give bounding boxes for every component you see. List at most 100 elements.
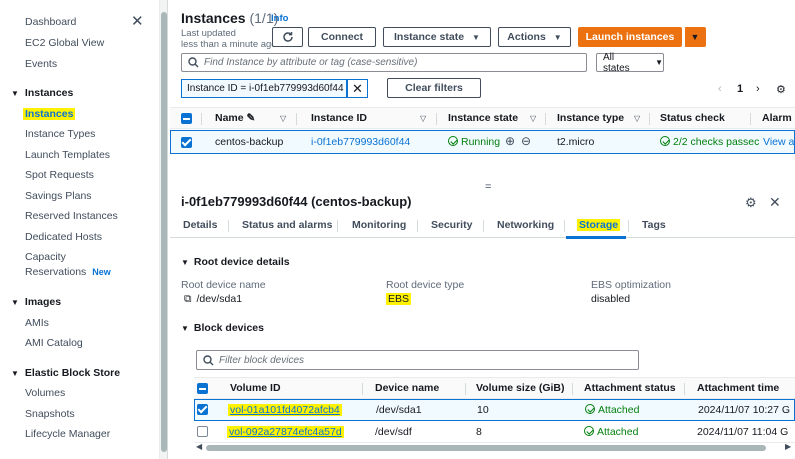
sidebar-item-launch-templates[interactable]: Launch Templates	[25, 149, 110, 161]
col-attachment-time[interactable]: Attachment time	[697, 382, 779, 394]
volume-id-link[interactable]: vol-01a101fd4072afcb4	[228, 404, 342, 416]
col-volume-id[interactable]: Volume ID	[230, 382, 281, 394]
block-devices-section-header[interactable]: ▼ Block devices	[181, 322, 264, 334]
select-all-checkbox[interactable]	[197, 383, 208, 394]
scrollbar-thumb[interactable]	[161, 12, 167, 452]
refresh-button[interactable]	[272, 27, 303, 47]
sidebar-item-snapshots[interactable]: Snapshots	[25, 408, 75, 420]
column-divider	[684, 383, 685, 395]
sidebar-item-amis[interactable]: AMIs	[25, 317, 49, 329]
scrollbar-thumb[interactable]	[206, 445, 766, 451]
tab-storage[interactable]: Storage	[577, 219, 621, 231]
info-link[interactable]: Info	[271, 13, 288, 24]
zoom-out-icon[interactable]: ⊖	[521, 134, 531, 148]
col-status-check[interactable]: Status check	[660, 112, 725, 124]
launch-instances-button[interactable]: Launch instances	[578, 27, 682, 47]
search-input[interactable]: Find Instance by attribute or tag (case-…	[181, 53, 587, 72]
sidebar-item-volumes[interactable]: Volumes	[25, 387, 65, 399]
scroll-right-icon[interactable]: ▶	[785, 442, 791, 451]
details-tabs: Details Status and alarms Monitoring Sec…	[170, 214, 795, 239]
clear-filters-button[interactable]: Clear filters	[387, 78, 481, 98]
tab-networking[interactable]: Networking	[497, 219, 554, 231]
table-row[interactable]: centos-backup i-0f1eb779993d60f44 Runnin…	[170, 130, 795, 154]
refresh-icon	[282, 32, 293, 42]
sidebar-item-lifecycle-manager[interactable]: Lifecycle Manager	[25, 428, 110, 440]
row-checkbox[interactable]	[197, 426, 208, 437]
sidebar-item-ec2-global-view[interactable]: EC2 Global View	[25, 37, 104, 49]
col-volume-size[interactable]: Volume size (GiB)	[476, 382, 565, 394]
copy-icon[interactable]: ⧉	[184, 293, 192, 305]
caret-down-icon: ▼	[181, 258, 189, 267]
row-checkbox[interactable]	[197, 404, 208, 415]
sidebar-item-instance-types[interactable]: Instance Types	[25, 128, 95, 140]
table-row[interactable]: vol-092a27874efc4a57d /dev/sdf 8 Attache…	[194, 421, 795, 443]
root-device-section-header[interactable]: ▼ Root device details	[181, 256, 290, 268]
sidebar-item-instances[interactable]: Instances	[23, 108, 76, 120]
tab-status-and-alarms[interactable]: Status and alarms	[242, 219, 332, 231]
attachment-status: Attached	[585, 404, 639, 416]
sidebar-item-reserved-instances[interactable]: Reserved Instances	[25, 210, 118, 222]
row-checkbox[interactable]	[181, 137, 192, 148]
column-divider	[572, 383, 573, 395]
settings-gear-icon[interactable]: ⚙	[776, 83, 786, 96]
tab-details[interactable]: Details	[183, 219, 217, 231]
sidebar-item-capacity-reservations[interactable]: Reservations New	[25, 266, 111, 278]
col-instance-id[interactable]: Instance ID	[311, 112, 367, 124]
connect-button[interactable]: Connect	[308, 27, 376, 47]
sort-icon[interactable]: ▽	[280, 114, 286, 123]
sidebar-section-ebs[interactable]: ▼ Elastic Block Store	[11, 367, 120, 379]
sort-icon[interactable]: ▽	[634, 114, 640, 123]
sort-icon[interactable]: ▽	[530, 114, 536, 123]
sidebar-item-savings-plans[interactable]: Savings Plans	[25, 190, 92, 202]
col-attachment-status[interactable]: Attachment status	[584, 382, 676, 394]
col-name[interactable]: Name ✎	[215, 112, 255, 124]
tab-security[interactable]: Security	[431, 219, 472, 231]
select-all-checkbox[interactable]	[181, 113, 192, 124]
sidebar-scrollbar[interactable]	[160, 0, 168, 459]
col-device-name[interactable]: Device name	[375, 382, 439, 394]
horizontal-scrollbar[interactable]: ◀ ▶	[194, 442, 795, 452]
col-instance-state[interactable]: Instance state	[448, 112, 518, 124]
scroll-left-icon[interactable]: ◀	[196, 442, 202, 451]
tab-tags[interactable]: Tags	[642, 219, 666, 231]
close-icon[interactable]: ✕	[769, 194, 781, 211]
chevron-right-icon[interactable]: ›	[756, 83, 760, 95]
instance-id-link[interactable]: i-0f1eb779993d60f44	[311, 136, 410, 148]
sidebar-item-dedicated-hosts[interactable]: Dedicated Hosts	[25, 231, 102, 243]
sidebar-item-events[interactable]: Events	[25, 58, 57, 70]
chevron-left-icon[interactable]: ‹	[718, 83, 722, 95]
status-check: 2/2 checks passec	[660, 136, 759, 148]
column-divider	[465, 383, 466, 395]
caret-down-icon: ▼	[11, 369, 19, 378]
tab-monitoring[interactable]: Monitoring	[352, 219, 406, 231]
view-alarms-link[interactable]: View al	[763, 136, 795, 148]
states-filter-select[interactable]: All states ▼	[596, 52, 664, 74]
zoom-in-icon[interactable]: ⊕	[505, 134, 515, 148]
sidebar-item-capacity[interactable]: Capacity	[25, 251, 66, 263]
filter-block-devices-input[interactable]: Filter block devices	[196, 350, 639, 370]
table-row[interactable]: vol-01a101fd4072afcb4 /dev/sda1 10 Attac…	[194, 399, 795, 421]
sidebar-section-instances[interactable]: ▼ Instances	[11, 87, 73, 99]
instance-name: centos-backup	[215, 136, 284, 148]
col-instance-type[interactable]: Instance type	[557, 112, 624, 124]
instance-state-dropdown[interactable]: Instance state ▼	[383, 27, 491, 47]
sidebar-item-dashboard[interactable]: Dashboard	[25, 16, 76, 28]
sidebar-item-ami-catalog[interactable]: AMI Catalog	[25, 337, 83, 349]
page-number[interactable]: 1	[737, 83, 743, 95]
settings-gear-icon[interactable]: ⚙	[745, 195, 757, 211]
launch-dropdown-button[interactable]: ▼	[684, 27, 706, 47]
col-alarm[interactable]: Alarm s	[762, 112, 795, 124]
tab-divider	[337, 220, 338, 232]
column-divider	[436, 113, 437, 125]
volume-id-link[interactable]: vol-092a27874efc4a57d	[227, 426, 344, 438]
sort-icon[interactable]: ▽	[420, 114, 426, 123]
new-badge: New	[92, 267, 111, 277]
resize-handle[interactable]: =	[485, 181, 491, 193]
main-content: Instances (1/1) Info Last updated less t…	[170, 0, 795, 459]
remove-filter-button[interactable]: ✕	[347, 79, 368, 98]
actions-dropdown[interactable]: Actions ▼	[498, 27, 571, 47]
column-label: Name	[215, 112, 244, 124]
sidebar-item-spot-requests[interactable]: Spot Requests	[25, 169, 94, 181]
close-icon[interactable]: ✕	[131, 14, 144, 29]
sidebar-section-images[interactable]: ▼ Images	[11, 296, 61, 308]
